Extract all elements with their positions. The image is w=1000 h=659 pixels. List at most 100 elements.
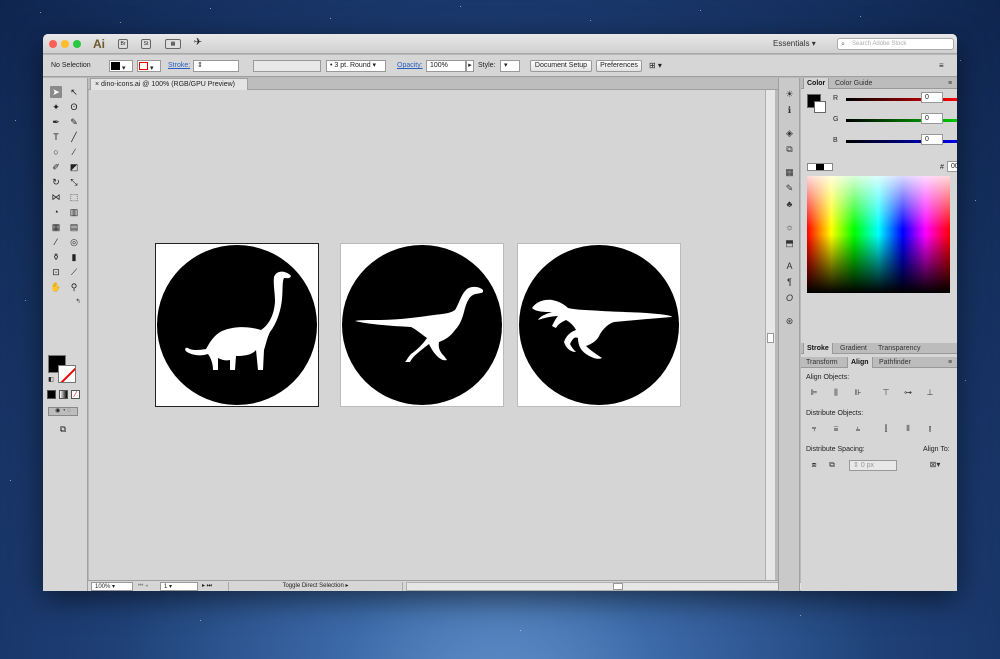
vertical-scroll-thumb[interactable] bbox=[767, 333, 774, 343]
artboard-2[interactable] bbox=[340, 243, 504, 407]
tab-gradient[interactable]: Gradient bbox=[837, 343, 870, 354]
perspective-grid-tool-icon[interactable]: ▥ bbox=[68, 206, 80, 218]
stroke-weight-input[interactable]: ⇕ bbox=[193, 60, 239, 72]
links-icon[interactable]: ⬒ bbox=[783, 237, 796, 249]
stock-icon[interactable]: St bbox=[141, 39, 151, 49]
align-top-icon[interactable]: ⊤ bbox=[881, 388, 891, 398]
preferences-button[interactable]: Preferences bbox=[596, 60, 642, 72]
tab-pathfinder[interactable]: Pathfinder bbox=[876, 357, 914, 368]
shaper-tool-icon[interactable]: ✐ bbox=[50, 161, 62, 173]
symbol-sprayer-tool-icon[interactable]: ⚱ bbox=[50, 251, 62, 263]
rotate-tool-icon[interactable]: ↻ bbox=[50, 176, 62, 188]
horizontal-scroll-thumb[interactable] bbox=[613, 583, 623, 590]
color-stroke-swatch[interactable] bbox=[814, 101, 826, 113]
gradient-mode-icon[interactable] bbox=[59, 390, 68, 399]
align-vertical-center-icon[interactable]: ⊶ bbox=[903, 388, 913, 398]
stroke-color-dropdown[interactable]: ▾ bbox=[137, 60, 161, 72]
spacing-value-input[interactable]: ⇕ 0 px bbox=[849, 460, 897, 471]
arrange-icon[interactable]: ⊞ ▾ bbox=[649, 60, 662, 72]
artboard-1[interactable] bbox=[155, 243, 319, 407]
zoom-tool-icon[interactable]: ⚲ bbox=[68, 281, 80, 293]
adobe-stock-search-input[interactable]: ⌕ Search Adobe Stock bbox=[837, 38, 954, 50]
opacity-input[interactable]: 100% bbox=[426, 60, 466, 72]
distribute-vertical-center-icon[interactable]: ⩸ bbox=[831, 424, 841, 434]
vertical-scrollbar[interactable] bbox=[765, 90, 775, 580]
next-artboard-button[interactable]: ▸ ⏭ bbox=[202, 582, 212, 591]
tab-color-guide[interactable]: Color Guide bbox=[832, 78, 875, 89]
align-left-icon[interactable]: ⊫ bbox=[809, 388, 819, 398]
width-tool-icon[interactable]: ⋈ bbox=[50, 191, 62, 203]
stroke-color-swatch[interactable] bbox=[58, 365, 76, 383]
gradient-tool-icon[interactable]: ▤ bbox=[68, 221, 80, 233]
distribute-right-icon[interactable]: ⫾ bbox=[925, 424, 935, 434]
distribute-top-icon[interactable]: ⫧ bbox=[809, 424, 819, 434]
libraries-icon[interactable]: ⊛ bbox=[783, 315, 796, 327]
slice-tool-icon[interactable]: ⟋ bbox=[68, 266, 80, 278]
lasso-tool-icon[interactable]: ʘ bbox=[68, 101, 80, 113]
eraser-tool-icon[interactable]: ◩ bbox=[68, 161, 80, 173]
quick-color-swatches[interactable] bbox=[807, 163, 833, 171]
curvature-tool-icon[interactable]: ✎ bbox=[68, 116, 80, 128]
opacity-dropdown-arrow[interactable]: ▸ bbox=[466, 60, 474, 72]
distribute-left-icon[interactable]: ⫿ bbox=[881, 424, 891, 434]
variable-width-profile[interactable] bbox=[253, 60, 321, 72]
hand-tool-icon[interactable]: ✋ bbox=[50, 281, 62, 293]
document-setup-button[interactable]: Document Setup bbox=[530, 60, 592, 72]
opentype-icon[interactable]: O bbox=[783, 292, 796, 304]
shape-builder-tool-icon[interactable]: ◔ bbox=[50, 206, 62, 218]
document-tab[interactable]: × dino-icons.ai @ 100% (RGB/GPU Preview) bbox=[90, 78, 248, 90]
canvas-area[interactable] bbox=[89, 90, 765, 580]
layers-icon[interactable]: ◈ bbox=[783, 127, 796, 139]
horizontal-scrollbar[interactable] bbox=[406, 582, 806, 591]
line-segment-tool-icon[interactable]: ╱ bbox=[68, 131, 80, 143]
align-to-dropdown[interactable]: ⊠▾ bbox=[927, 460, 943, 470]
brushes-icon[interactable]: ✎ bbox=[783, 182, 796, 194]
status-text[interactable]: Toggle Direct Selection ▸ bbox=[228, 582, 403, 591]
info-icon[interactable]: ℹ bbox=[783, 104, 796, 116]
artboard-tool-icon[interactable]: ⊡ bbox=[50, 266, 62, 278]
distribute-bottom-icon[interactable]: ⫨ bbox=[853, 424, 863, 434]
graphic-styles-icon[interactable]: ☼ bbox=[783, 221, 796, 233]
artboard-3[interactable] bbox=[517, 243, 681, 407]
appearance-icon[interactable]: ☀ bbox=[783, 88, 796, 100]
r-value-input[interactable]: 0 bbox=[921, 92, 943, 103]
color-panel-menu-icon[interactable]: ≡ bbox=[945, 78, 955, 89]
character-icon[interactable]: A bbox=[783, 260, 796, 272]
none-mode-icon[interactable]: ⁄ bbox=[71, 390, 80, 399]
vertical-distribute-space-icon[interactable]: ⧈ bbox=[809, 460, 819, 470]
eyedropper-tool-icon[interactable]: ⁄ bbox=[50, 236, 62, 248]
free-transform-tool-icon[interactable]: ⬚ bbox=[68, 191, 80, 203]
zoom-window-button[interactable] bbox=[73, 40, 81, 48]
zoom-level-dropdown[interactable]: 100% ▾ bbox=[91, 582, 133, 591]
horizontal-distribute-space-icon[interactable]: ⧉ bbox=[827, 460, 837, 470]
stroke-panel-link[interactable]: Stroke: bbox=[168, 60, 190, 72]
draw-mode-icons[interactable]: ◉ ◔ ◌ bbox=[48, 407, 78, 416]
default-colors-icon[interactable]: ◧ bbox=[45, 374, 57, 386]
fill-color-dropdown[interactable]: ▾ bbox=[109, 60, 133, 72]
direct-selection-tool-icon[interactable]: ↖ bbox=[68, 86, 80, 98]
tab-transform[interactable]: Transform bbox=[803, 357, 841, 368]
g-value-input[interactable]: 0 bbox=[921, 113, 943, 124]
tab-align[interactable]: Align bbox=[847, 357, 873, 368]
opacity-panel-link[interactable]: Opacity: bbox=[397, 60, 423, 72]
tab-transparency[interactable]: Transparency bbox=[875, 343, 924, 354]
arrange-documents-icon[interactable]: ▦ bbox=[165, 39, 181, 49]
brush-definition-dropdown[interactable]: • 3 pt. Round ▾ bbox=[326, 60, 386, 72]
blend-tool-icon[interactable]: ◎ bbox=[68, 236, 80, 248]
align-panel-menu-icon[interactable]: ≡ bbox=[945, 357, 955, 368]
tab-stroke[interactable]: Stroke bbox=[803, 343, 833, 354]
color-spectrum[interactable] bbox=[807, 176, 950, 293]
symbols-icon[interactable]: ♣ bbox=[783, 198, 796, 210]
color-mode-icon[interactable] bbox=[47, 390, 56, 399]
paintbrush-tool-icon[interactable]: ∕ bbox=[68, 146, 80, 158]
mesh-tool-icon[interactable]: ▦ bbox=[50, 221, 62, 233]
screen-mode-icon[interactable]: ⧉ bbox=[57, 423, 69, 435]
paragraph-icon[interactable]: ¶ bbox=[783, 276, 796, 288]
distribute-horizontal-center-icon[interactable]: ⦀ bbox=[903, 424, 913, 434]
graphic-style-dropdown[interactable]: ▾ bbox=[500, 60, 520, 72]
artboard-number-dropdown[interactable]: 1 ▾ bbox=[160, 582, 198, 591]
minimize-window-button[interactable] bbox=[61, 40, 69, 48]
first-artboard-button[interactable]: ⏮ ◂ bbox=[138, 582, 148, 591]
swap-fill-stroke-icon[interactable]: ↰ bbox=[72, 296, 84, 308]
swatches-icon[interactable]: ▦ bbox=[783, 166, 796, 178]
